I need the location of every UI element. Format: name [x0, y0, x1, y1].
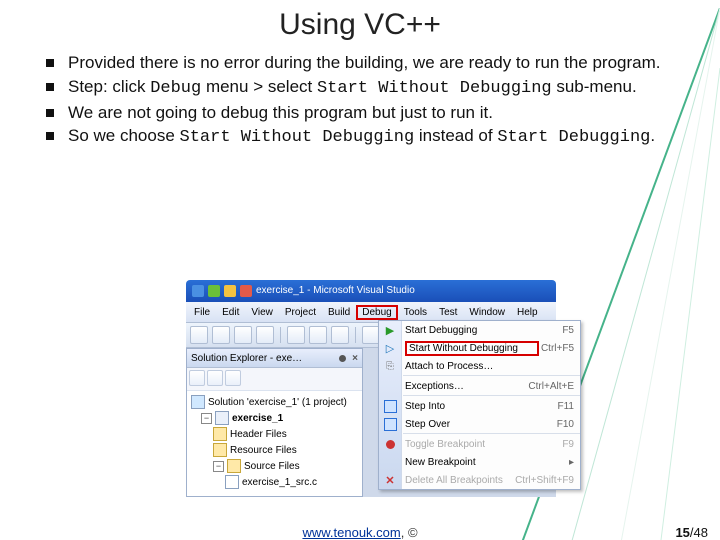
menu-build[interactable]: Build [322, 305, 356, 320]
panel-tool-button[interactable] [189, 370, 205, 386]
collapse-icon[interactable]: − [213, 461, 224, 472]
play-outline-icon: ▷ [383, 341, 397, 355]
bullet-item: We are not going to debug this program b… [40, 102, 680, 124]
panel-tool-button[interactable] [207, 370, 223, 386]
menu-test[interactable]: Test [433, 305, 463, 320]
vs-logo-part [224, 285, 236, 297]
menu-debug[interactable]: Debug [356, 305, 397, 320]
page-number: 15/48 [675, 525, 708, 540]
solution-icon [191, 395, 205, 409]
menu-step-over[interactable]: Step Over F10 [379, 415, 580, 433]
breakpoint-icon [383, 437, 397, 451]
vs-logo-part [192, 285, 204, 297]
menu-edit[interactable]: Edit [216, 305, 245, 320]
toolbar-button[interactable] [234, 326, 252, 344]
toolbar-button[interactable] [190, 326, 208, 344]
project-icon [215, 411, 229, 425]
menu-window[interactable]: Window [463, 305, 511, 320]
toolbar-button[interactable] [331, 326, 349, 344]
window-titlebar: exercise_1 - Microsoft Visual Studio [186, 280, 556, 302]
bullet-list: Provided there is no error during the bu… [40, 52, 680, 149]
bullet-item: Provided there is no error during the bu… [40, 52, 680, 74]
vs-logo-part [208, 285, 220, 297]
vs-logo-part [240, 285, 252, 297]
separator [355, 327, 356, 343]
play-icon: ▶ [383, 323, 397, 337]
menu-start-without-debugging[interactable]: ▷ Start Without Debugging Ctrl+F5 [379, 339, 580, 357]
folder-icon [213, 443, 227, 457]
collapse-icon[interactable]: − [201, 413, 212, 424]
menu-step-into[interactable]: Step Into F11 [379, 397, 580, 415]
menu-project[interactable]: Project [279, 305, 322, 320]
menu-new-breakpoint[interactable]: New Breakpoint ▸ [379, 453, 580, 471]
menu-toggle-breakpoint: Toggle Breakpoint F9 [379, 435, 580, 453]
delete-icon: ✕ [383, 473, 397, 487]
bullet-item: Step: click Debug menu > select Start Wi… [40, 76, 680, 100]
footer-link[interactable]: www.tenouk.com [302, 525, 400, 540]
panel-titlebar: Solution Explorer - exe… × [187, 349, 362, 368]
step-over-icon [383, 417, 397, 431]
panel-title-text: Solution Explorer - exe… [191, 353, 302, 364]
window-title: exercise_1 - Microsoft Visual Studio [256, 280, 415, 302]
menu-view[interactable]: View [245, 305, 279, 320]
tree-folder-header[interactable]: Header Files [213, 426, 358, 442]
vs-screenshot: exercise_1 - Microsoft Visual Studio Fil… [186, 280, 556, 497]
footer-suffix: , © [401, 525, 418, 540]
menu-exceptions[interactable]: Exceptions… Ctrl+Alt+E [379, 377, 580, 395]
menu-tools[interactable]: Tools [398, 305, 433, 320]
close-icon[interactable]: × [352, 353, 358, 364]
submenu-arrow-icon: ▸ [569, 457, 574, 468]
bullet-item: So we choose Start Without Debugging ins… [40, 125, 680, 149]
tree-project-node[interactable]: − exercise_1 [201, 410, 358, 426]
tree-file-c[interactable]: exercise_1_src.c [225, 474, 358, 490]
separator [280, 327, 281, 343]
panel-pin-icon[interactable] [339, 355, 346, 362]
toolbar-button[interactable] [287, 326, 305, 344]
tree-solution-node[interactable]: Solution 'exercise_1' (1 project) [191, 394, 358, 410]
c-file-icon [225, 475, 239, 489]
menu-help[interactable]: Help [511, 305, 544, 320]
tree-folder-source[interactable]: − Source Files [213, 458, 358, 474]
panel-tool-button[interactable] [225, 370, 241, 386]
folder-icon [227, 459, 241, 473]
attach-icon: ⎘ [383, 359, 397, 373]
folder-icon [213, 427, 227, 441]
toolbar-button[interactable] [309, 326, 327, 344]
panel-toolbar [187, 368, 362, 391]
toolbar-button[interactable] [212, 326, 230, 344]
slide-title: Using VC++ [0, 8, 720, 42]
solution-tree: Solution 'exercise_1' (1 project) − exer… [187, 391, 362, 496]
tree-folder-resource[interactable]: Resource Files [213, 442, 358, 458]
solution-explorer-panel: Solution Explorer - exe… × Solution 'exe… [186, 348, 363, 497]
menu-file[interactable]: File [188, 305, 216, 320]
menu-attach-process[interactable]: ⎘ Attach to Process… [379, 357, 580, 375]
step-into-icon [383, 399, 397, 413]
menu-start-debugging[interactable]: ▶ Start Debugging F5 [379, 321, 580, 339]
menu-delete-breakpoints: ✕ Delete All Breakpoints Ctrl+Shift+F9 [379, 471, 580, 489]
debug-menu-dropdown: ▶ Start Debugging F5 ▷ Start Without Deb… [378, 320, 581, 490]
toolbar-button[interactable] [256, 326, 274, 344]
footer: www.tenouk.com, © [0, 525, 720, 540]
